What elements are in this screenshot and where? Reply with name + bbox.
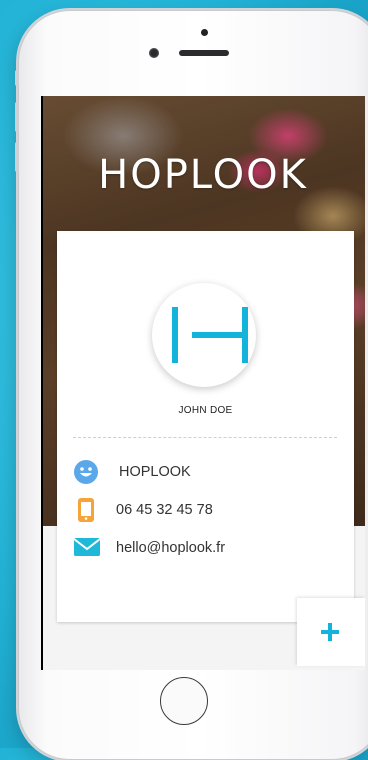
avatar bbox=[152, 283, 256, 387]
add-button[interactable] bbox=[297, 598, 365, 666]
front-camera bbox=[149, 48, 159, 58]
contact-row-email[interactable]: hello@hoplook.fr bbox=[73, 535, 333, 563]
contact-row-phone[interactable]: 06 45 32 45 78 bbox=[73, 497, 333, 525]
phone-icon bbox=[78, 498, 94, 522]
earpiece-speaker bbox=[179, 50, 229, 56]
contact-company-text: HOPLOOK bbox=[119, 464, 191, 480]
app-screen: HOPLOOK JOHN DOE HOPLOOK 06 45 32 45 78 … bbox=[41, 96, 365, 670]
profile-card: JOHN DOE HOPLOOK 06 45 32 45 78 hello@ho… bbox=[57, 231, 354, 622]
contact-email-text: hello@hoplook.fr bbox=[116, 540, 226, 556]
brand-logo: HOPLOOK bbox=[98, 152, 308, 198]
contact-row-company[interactable]: HOPLOOK bbox=[73, 459, 333, 487]
smiley-icon bbox=[74, 460, 98, 484]
mute-switch bbox=[15, 70, 19, 86]
volume-down-button bbox=[15, 142, 19, 172]
contact-phone-text: 06 45 32 45 78 bbox=[116, 502, 213, 518]
divider bbox=[73, 437, 337, 438]
volume-up-button bbox=[15, 102, 19, 132]
mail-icon bbox=[73, 538, 101, 556]
home-button[interactable] bbox=[160, 677, 208, 725]
profile-name: JOHN DOE bbox=[178, 405, 233, 416]
proximity-sensor bbox=[201, 29, 208, 36]
